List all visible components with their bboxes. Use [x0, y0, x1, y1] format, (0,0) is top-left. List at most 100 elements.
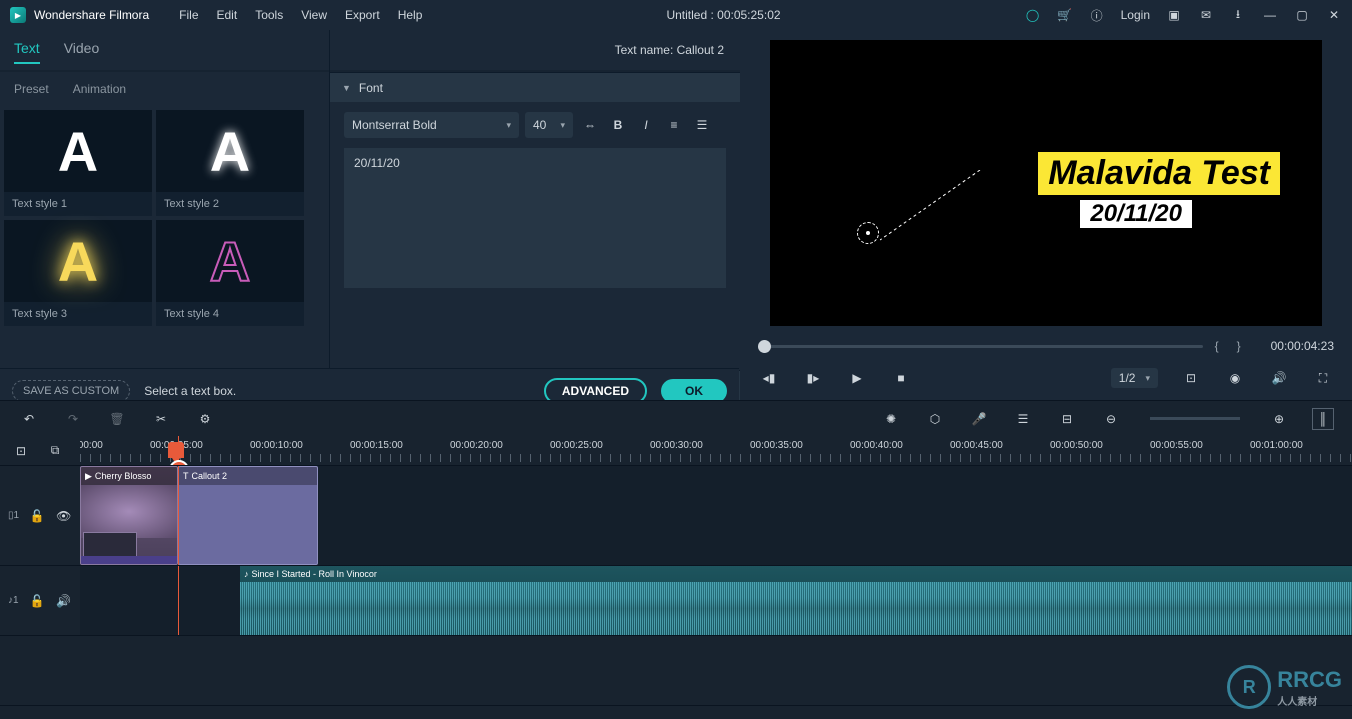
align-left-icon[interactable]: ≡ — [663, 114, 685, 136]
play-button[interactable]: ▶ — [846, 367, 868, 389]
snap-icon[interactable]: ⊡ — [10, 440, 32, 462]
lock-icon[interactable]: 🔓 — [29, 590, 46, 612]
font-size-select[interactable]: 40▾ — [525, 112, 573, 138]
tab-text[interactable]: Text — [14, 40, 40, 64]
adjust-icon[interactable]: ⚙ — [194, 408, 216, 430]
login-button[interactable]: Login — [1121, 8, 1150, 22]
text-panel: Text Video Preset Animation A Text style… — [0, 30, 330, 400]
link-icon[interactable]: ⧉ — [44, 440, 66, 462]
titlebar: Wondershare Filmora File Edit Tools View… — [0, 0, 1352, 30]
italic-button[interactable]: I — [635, 114, 657, 136]
audio-clip[interactable]: ♪Since I Started - Roll In Vinocor — [240, 566, 1352, 635]
cart-icon[interactable]: 🛒 — [1057, 8, 1073, 22]
letter-spacing-icon[interactable]: ⇔ — [579, 114, 601, 136]
stop-button[interactable]: ■ — [890, 367, 912, 389]
properties-panel: Text name: Callout 2 ▼ Font Montserrat B… — [330, 30, 740, 400]
save-as-custom-button[interactable]: SAVE AS CUSTOM — [12, 380, 130, 402]
audio-track-lane[interactable]: ♪Since I Started - Roll In Vinocor — [80, 566, 1352, 635]
menu-file[interactable]: File — [179, 8, 198, 22]
preview-time: 00:00:04:23 — [1271, 339, 1334, 353]
menu-tools[interactable]: Tools — [255, 8, 283, 22]
video-clip[interactable]: ▶Cherry Blosso — [80, 466, 178, 565]
font-family-select[interactable]: Montserrat Bold▾ — [344, 112, 519, 138]
menu-help[interactable]: Help — [398, 8, 423, 22]
menu-view[interactable]: View — [301, 8, 327, 22]
content-row: Text Video Preset Animation A Text style… — [0, 30, 1352, 400]
zoom-slider[interactable] — [1150, 417, 1240, 420]
ok-button[interactable]: OK — [661, 379, 727, 403]
split-icon[interactable]: ✂ — [150, 408, 172, 430]
zoom-fit-icon[interactable]: ║ — [1312, 408, 1334, 430]
track-label: ♪1 — [8, 595, 19, 606]
mixer-icon[interactable]: ☰ — [1012, 408, 1034, 430]
visibility-icon[interactable]: 👁 — [56, 505, 72, 527]
preview-panel: Malavida Test 20/11/20 {} 00:00:04:23 ◂▮… — [740, 30, 1352, 400]
delete-icon[interactable]: 🗑 — [106, 408, 128, 430]
zoom-out-icon[interactable]: ⊖ — [1100, 408, 1122, 430]
render-icon[interactable]: ✺ — [880, 408, 902, 430]
tracks-icon[interactable]: ⊟ — [1056, 408, 1078, 430]
text-input[interactable]: 20/11/20 — [344, 148, 726, 288]
bold-button[interactable]: B — [607, 114, 629, 136]
preview-viewport[interactable]: Malavida Test 20/11/20 — [770, 40, 1322, 326]
audio-track-header: ♪1 🔓 🔊 — [0, 566, 80, 635]
playhead-marker-icon[interactable] — [168, 442, 184, 458]
callout-line — [880, 170, 1000, 250]
font-section-header[interactable]: ▼ Font — [330, 72, 740, 102]
snapshot-icon[interactable]: ◉ — [1224, 367, 1246, 389]
audio-clip-name: Since I Started - Roll In Vinocor — [252, 569, 377, 579]
menu-edit[interactable]: Edit — [217, 8, 238, 22]
chevron-down-icon: ▾ — [1145, 373, 1150, 384]
save-icon[interactable]: ▣ — [1166, 8, 1182, 22]
display-icon[interactable]: ⊡ — [1180, 367, 1202, 389]
mute-icon[interactable]: 🔊 — [55, 590, 72, 612]
info-icon[interactable]: ⓘ — [1089, 7, 1105, 24]
clip-icon: ▶ — [85, 471, 92, 482]
maximize-icon[interactable]: ▢ — [1294, 8, 1310, 22]
text-clip[interactable]: TCallout 2 — [178, 466, 318, 565]
video-track-lane[interactable]: ▶Cherry Blosso TCallout 2 — [80, 466, 1352, 565]
menu-export[interactable]: Export — [345, 8, 380, 22]
tab-video[interactable]: Video — [64, 40, 100, 64]
minimize-icon[interactable]: — — [1262, 8, 1278, 22]
subtab-animation[interactable]: Animation — [73, 82, 126, 96]
align-justify-icon[interactable]: ☰ — [691, 114, 713, 136]
zoom-in-icon[interactable]: ⊕ — [1268, 408, 1290, 430]
chevron-down-icon: ▾ — [506, 120, 511, 131]
text-style-2[interactable]: A Text style 2 — [156, 110, 304, 216]
volume-icon[interactable]: 🔊 — [1268, 367, 1290, 389]
text-style-4[interactable]: A Text style 4 — [156, 220, 304, 326]
watermark: R RRCG 人人素材 — [1227, 665, 1342, 709]
mail-icon[interactable]: ✉ — [1198, 8, 1214, 22]
prev-frame-button[interactable]: ◂▮ — [758, 367, 780, 389]
next-frame-button[interactable]: ▮▸ — [802, 367, 824, 389]
preview-controls: ◂▮ ▮▸ ▶ ■ 1/2 ▾ ⊡ ◉ 🔊 ⛶ — [740, 356, 1352, 400]
preview-subtitle-text: 20/11/20 — [1080, 200, 1192, 228]
panel-tabs: Text Video — [0, 30, 329, 72]
preview-zoom-select[interactable]: 1/2 ▾ — [1111, 368, 1158, 388]
marker-icon[interactable]: ⬡ — [924, 408, 946, 430]
close-icon[interactable]: ✕ — [1326, 8, 1342, 22]
callout-anchor-icon[interactable] — [857, 222, 879, 244]
redo-icon[interactable]: ↷ — [62, 408, 84, 430]
app-logo-icon — [10, 7, 26, 23]
headset-icon[interactable]: ◯ — [1025, 8, 1041, 22]
text-style-4-label: Text style 4 — [156, 302, 304, 326]
undo-icon[interactable]: ↶ — [18, 408, 40, 430]
braces-icon[interactable]: {} — [1215, 339, 1259, 353]
subtab-preset[interactable]: Preset — [14, 82, 49, 96]
scrub-slider[interactable] — [758, 345, 1203, 348]
download-icon[interactable]: ⭳ — [1230, 5, 1246, 26]
text-style-3[interactable]: A Text style 3 — [4, 220, 152, 326]
text-clip-icon: T — [183, 471, 189, 481]
timeline-ruler[interactable]: ⊡ ⧉ 00:00:00:0000:00:05:0000:00:10:0000:… — [0, 436, 1352, 466]
preview-zoom-value: 1/2 — [1119, 371, 1136, 385]
fullscreen-icon[interactable]: ⛶ — [1312, 367, 1334, 389]
font-section-label: Font — [359, 81, 383, 95]
text-style-1[interactable]: A Text style 1 — [4, 110, 152, 216]
text-style-3-label: Text style 3 — [4, 302, 152, 326]
voiceover-icon[interactable]: 🎤 — [968, 408, 990, 430]
lock-icon[interactable]: 🔓 — [29, 505, 45, 527]
video-track-header: ▯1 🔓 👁 — [0, 466, 80, 565]
playhead-line — [178, 566, 179, 635]
